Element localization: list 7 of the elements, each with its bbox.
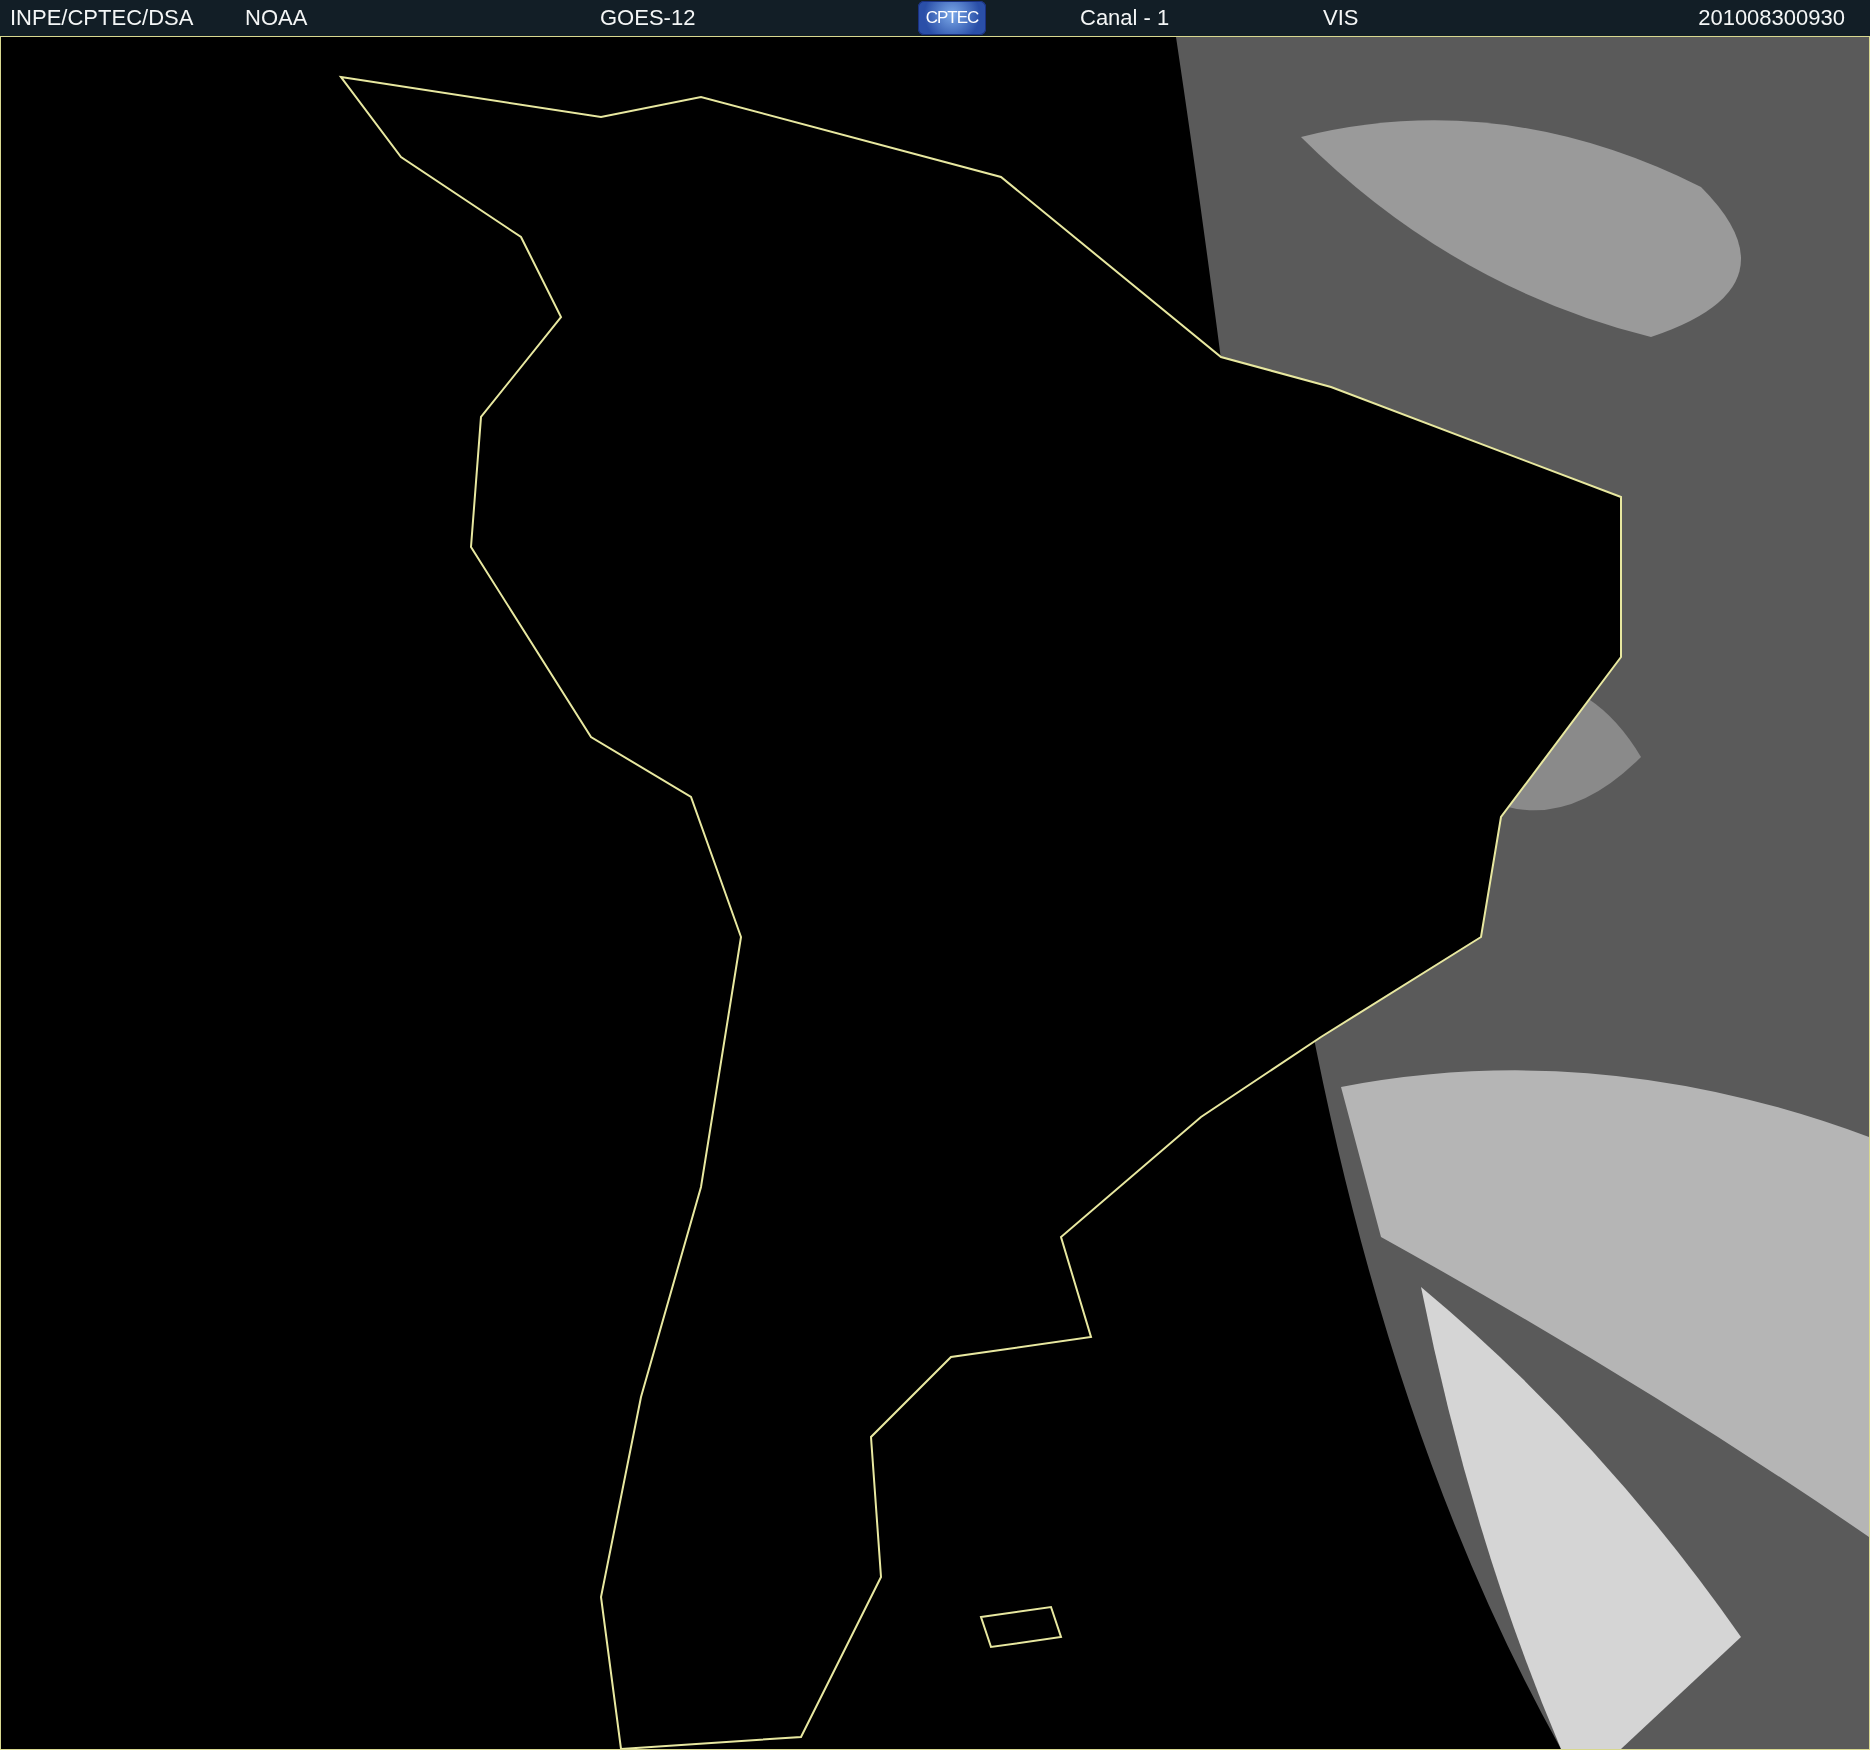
- header-label: NOAA: [245, 5, 308, 31]
- header-label: GOES-12: [600, 5, 696, 31]
- header-label: INPE/CPTEC/DSA: [10, 5, 194, 31]
- header-label: Canal - 1: [1080, 5, 1170, 31]
- header-label: VIS: [1323, 5, 1359, 31]
- logo: CPTEC: [918, 1, 986, 35]
- header-label: 201008300930: [1698, 5, 1845, 31]
